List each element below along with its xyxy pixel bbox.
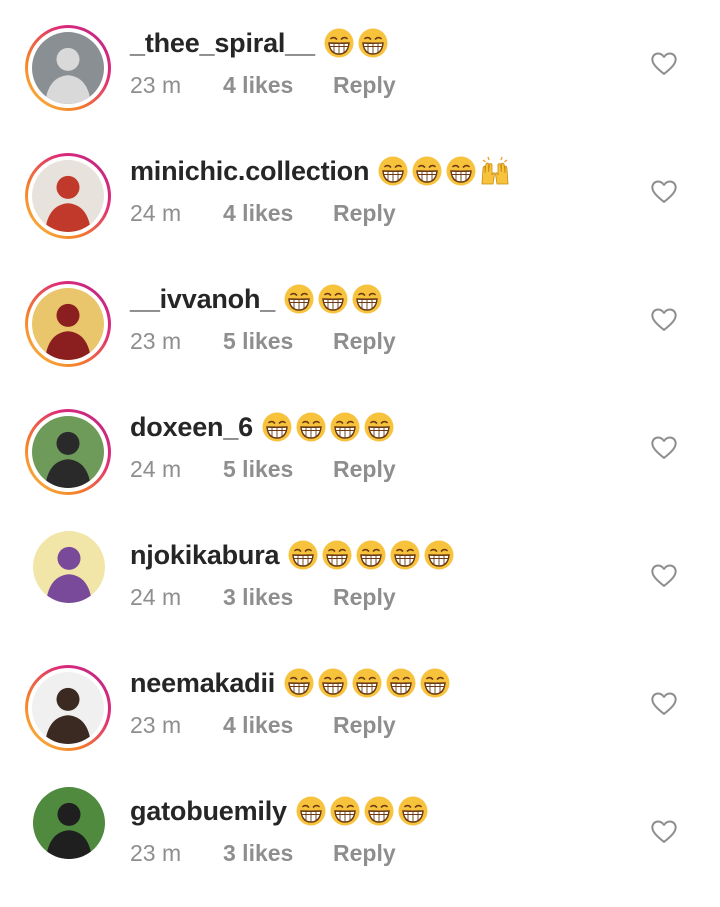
- comment-row: gatobuemily 23 m 3 likes Reply: [0, 768, 720, 896]
- comment-text: [377, 155, 511, 187]
- avatar-image: [32, 416, 104, 488]
- username-link[interactable]: minichic.collection: [130, 156, 369, 187]
- comment-row: doxeen_6 24 m 5 likes Reply: [0, 384, 720, 512]
- grinning-squinting-face-icon: [420, 668, 450, 698]
- heart-outline-icon[interactable]: [650, 50, 678, 78]
- avatar[interactable]: [33, 531, 105, 603]
- avatar-image: [32, 160, 104, 232]
- avatar-image: [33, 531, 105, 603]
- grinning-squinting-face-icon: [352, 284, 382, 314]
- comment-timestamp: 23 m: [130, 327, 182, 354]
- avatar[interactable]: [25, 409, 111, 495]
- grinning-squinting-face-icon: [296, 796, 326, 826]
- username-link[interactable]: __ivvanoh_: [130, 284, 275, 315]
- grinning-squinting-face-icon: [296, 412, 326, 442]
- comment-meta: 24 m 5 likes Reply: [130, 454, 396, 484]
- comment-row: _thee_spiral__ 23 m 4 likes Reply: [0, 0, 720, 128]
- avatar[interactable]: [25, 281, 111, 367]
- comment-text: [283, 283, 383, 315]
- comment-meta: 24 m 3 likes Reply: [130, 582, 455, 612]
- comment-timestamp: 24 m: [130, 455, 182, 482]
- reply-button[interactable]: Reply: [333, 456, 396, 483]
- likes-count-button[interactable]: 4 likes: [223, 712, 333, 739]
- grinning-squinting-face-icon: [324, 28, 354, 58]
- comment-row: neemakadii 23 m 4 likes Reply: [0, 640, 720, 768]
- likes-count-button[interactable]: 4 likes: [223, 200, 333, 227]
- username-link[interactable]: njokikabura: [130, 540, 280, 571]
- grinning-squinting-face-icon: [390, 540, 420, 570]
- comment-text: [283, 667, 451, 699]
- reply-button[interactable]: Reply: [333, 712, 396, 739]
- heart-outline-icon[interactable]: [650, 818, 678, 846]
- grinning-squinting-face-icon: [262, 412, 292, 442]
- comment-row: __ivvanoh_ 23 m 5 likes Reply: [0, 256, 720, 384]
- comment-timestamp: 24 m: [130, 583, 182, 610]
- grinning-squinting-face-icon: [284, 668, 314, 698]
- likes-count-button[interactable]: 3 likes: [223, 584, 333, 611]
- avatar-image: [33, 787, 105, 859]
- comment-meta: 23 m 5 likes Reply: [130, 326, 396, 356]
- grinning-squinting-face-icon: [364, 796, 394, 826]
- likes-count-button[interactable]: 5 likes: [223, 328, 333, 355]
- likes-count-button[interactable]: 5 likes: [223, 456, 333, 483]
- grinning-squinting-face-icon: [318, 668, 348, 698]
- reply-button[interactable]: Reply: [333, 584, 396, 611]
- reply-button[interactable]: Reply: [333, 72, 396, 99]
- grinning-squinting-face-icon: [446, 156, 476, 186]
- comment-row: njokikabura 24 m 3 likes Reply: [0, 512, 720, 640]
- username-link[interactable]: gatobuemily: [130, 796, 287, 827]
- avatar[interactable]: [25, 665, 111, 751]
- likes-count-button[interactable]: 3 likes: [223, 840, 333, 867]
- avatar-image: [32, 288, 104, 360]
- comment-timestamp: 23 m: [130, 71, 182, 98]
- comment-text: [295, 795, 429, 827]
- grinning-squinting-face-icon: [398, 796, 428, 826]
- grinning-squinting-face-icon: [364, 412, 394, 442]
- comment-text: [287, 539, 455, 571]
- heart-outline-icon[interactable]: [650, 562, 678, 590]
- grinning-squinting-face-icon: [330, 796, 360, 826]
- avatar[interactable]: [25, 153, 111, 239]
- heart-outline-icon[interactable]: [650, 690, 678, 718]
- comment-text: [323, 27, 389, 59]
- grinning-squinting-face-icon: [412, 156, 442, 186]
- grinning-squinting-face-icon: [330, 412, 360, 442]
- comment-timestamp: 23 m: [130, 839, 182, 866]
- grinning-squinting-face-icon: [424, 540, 454, 570]
- avatar-image: [32, 672, 104, 744]
- grinning-squinting-face-icon: [284, 284, 314, 314]
- grinning-squinting-face-icon: [358, 28, 388, 58]
- grinning-squinting-face-icon: [318, 284, 348, 314]
- comment-meta: 23 m 4 likes Reply: [130, 70, 396, 100]
- username-link[interactable]: doxeen_6: [130, 412, 253, 443]
- grinning-squinting-face-icon: [322, 540, 352, 570]
- grinning-squinting-face-icon: [386, 668, 416, 698]
- reply-button[interactable]: Reply: [333, 840, 396, 867]
- likes-count-button[interactable]: 4 likes: [223, 72, 333, 99]
- heart-outline-icon[interactable]: [650, 434, 678, 462]
- comment-meta: 24 m 4 likes Reply: [130, 198, 511, 228]
- comment-list: _thee_spiral__ 23 m 4 likes Reply minich…: [0, 0, 720, 896]
- username-link[interactable]: neemakadii: [130, 668, 275, 699]
- comment-text: [261, 411, 395, 443]
- comment-meta: 23 m 4 likes Reply: [130, 710, 451, 740]
- avatar-image: [32, 32, 104, 104]
- heart-outline-icon[interactable]: [650, 178, 678, 206]
- raised-hands-icon: [481, 156, 509, 185]
- avatar[interactable]: [25, 25, 111, 111]
- grinning-squinting-face-icon: [288, 540, 318, 570]
- reply-button[interactable]: Reply: [333, 328, 396, 355]
- avatar[interactable]: [33, 787, 105, 859]
- comment-row: minichic.collection 24 m 4 likes Reply: [0, 128, 720, 256]
- grinning-squinting-face-icon: [378, 156, 408, 186]
- heart-outline-icon[interactable]: [650, 306, 678, 334]
- comment-meta: 23 m 3 likes Reply: [130, 838, 429, 868]
- reply-button[interactable]: Reply: [333, 200, 396, 227]
- grinning-squinting-face-icon: [356, 540, 386, 570]
- comment-timestamp: 24 m: [130, 199, 182, 226]
- username-link[interactable]: _thee_spiral__: [130, 28, 315, 59]
- comment-timestamp: 23 m: [130, 711, 182, 738]
- grinning-squinting-face-icon: [352, 668, 382, 698]
